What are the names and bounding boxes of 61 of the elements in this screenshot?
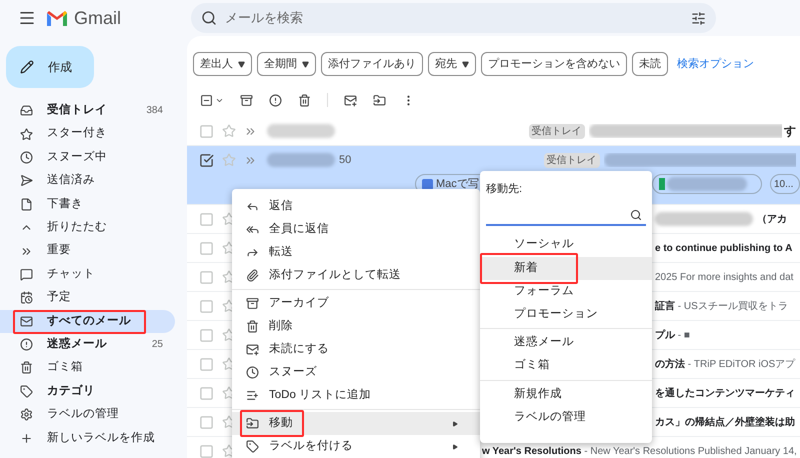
filter-chip[interactable]: 添付ファイルあり [321, 52, 423, 76]
mail-snippet: e to continue publishing to A [655, 242, 792, 256]
menu-item[interactable]: 削除 [232, 315, 480, 338]
search-options-link[interactable]: 検索オプション [677, 56, 754, 72]
mail-snippet: 2025 For more insights and dat [655, 270, 794, 284]
sidebar-item[interactable]: ゴミ箱 [0, 356, 175, 380]
menu-item[interactable]: 未読にする [232, 338, 480, 361]
sidebar-item[interactable]: 予定 [0, 286, 175, 310]
sidebar-item[interactable]: スター付き [0, 122, 175, 146]
menu-item[interactable]: ToDo リストに追加 [232, 384, 480, 407]
menu-item[interactable]: 添付ファイルとして転送 [232, 264, 480, 287]
mail-snippet: の方法 - TRiP EDiTOR iOSアプ [655, 357, 796, 372]
filter-chip[interactable]: 差出人 [193, 52, 252, 76]
mail-snippet: プル - ■ [655, 328, 690, 342]
menu-item[interactable]: ラベルを付ける [232, 435, 480, 458]
sidebar-item[interactable]: カテゴリ [0, 380, 175, 404]
mail-snippet: を通したコンテンツマーケティ [655, 386, 795, 400]
search-input[interactable]: メールを検索 [225, 8, 692, 28]
menu-item[interactable]: 返信 [232, 195, 480, 218]
item-count: 25 [152, 338, 163, 352]
menu-item[interactable]: 迷惑メール [480, 331, 652, 354]
mail-snippet: 証言 - USスチール買収をトラ [655, 299, 788, 314]
menu-item[interactable]: フォーラム [480, 280, 652, 304]
menu-title: 移動先: [486, 182, 524, 197]
filter-chip[interactable]: 全期間 [257, 52, 316, 76]
attachment-chip[interactable]: 10... [770, 174, 800, 194]
menu-item[interactable]: ソーシャル [480, 234, 652, 257]
menu-item[interactable]: 全員に返信 [232, 218, 480, 241]
sidebar-item[interactable]: 受信トレイ 384 [0, 99, 175, 122]
label-tag: 受信トレイ [544, 152, 600, 168]
sidebar-item[interactable]: 下書き [0, 192, 175, 216]
menu-item[interactable]: スヌーズ [232, 361, 480, 384]
sidebar-item[interactable]: 新しいラベルを作成 [0, 426, 175, 450]
mail-snippet: （アカ [757, 212, 787, 226]
sidebar-item[interactable]: チャット [0, 262, 175, 286]
menu-item[interactable]: アーカイブ [232, 292, 480, 315]
thread-count: 50 [339, 152, 352, 168]
mail-snippet: w Year's Resolutions - New Year's Resolutions Published January 14, [482, 444, 797, 458]
sidebar-item[interactable]: 迷惑メール 25 [0, 332, 175, 356]
sidebar-item[interactable]: 送信済み [0, 169, 175, 193]
menu-item[interactable]: 新規作成 [480, 382, 652, 406]
label-tag: 受信トレイ [528, 124, 584, 138]
filter-chip[interactable]: 未読 [632, 52, 668, 76]
app-name: Gmail [74, 6, 122, 30]
menu-item[interactable]: ラベルの管理 [480, 406, 652, 429]
menu-item[interactable]: 移動 [232, 412, 480, 435]
menu-item[interactable]: 転送 [232, 241, 480, 264]
menu-item[interactable]: ゴミ箱 [480, 354, 652, 378]
item-count: 384 [146, 104, 163, 118]
menu-item[interactable]: プロモーション [480, 303, 652, 326]
search-bar[interactable]: メールを検索 [191, 3, 716, 33]
sidebar-item[interactable]: スヌーズ中 [0, 146, 175, 170]
sidebar-item[interactable]: 重要 [0, 239, 175, 263]
filter-chip[interactable]: プロモーションを含めない [481, 52, 627, 76]
sidebar-item[interactable]: 折りたたむ [0, 216, 175, 240]
mail-snippet: カス」の帰結点／外壁塗装は助 [655, 415, 795, 430]
sidebar-item[interactable]: すべてのメール [0, 310, 175, 333]
sidebar-item[interactable]: ラベルの管理 [0, 403, 175, 426]
subject-text: す [784, 123, 796, 140]
compose-button[interactable]: 作成 [6, 46, 94, 88]
filter-chip[interactable]: 宛先 [428, 52, 476, 76]
